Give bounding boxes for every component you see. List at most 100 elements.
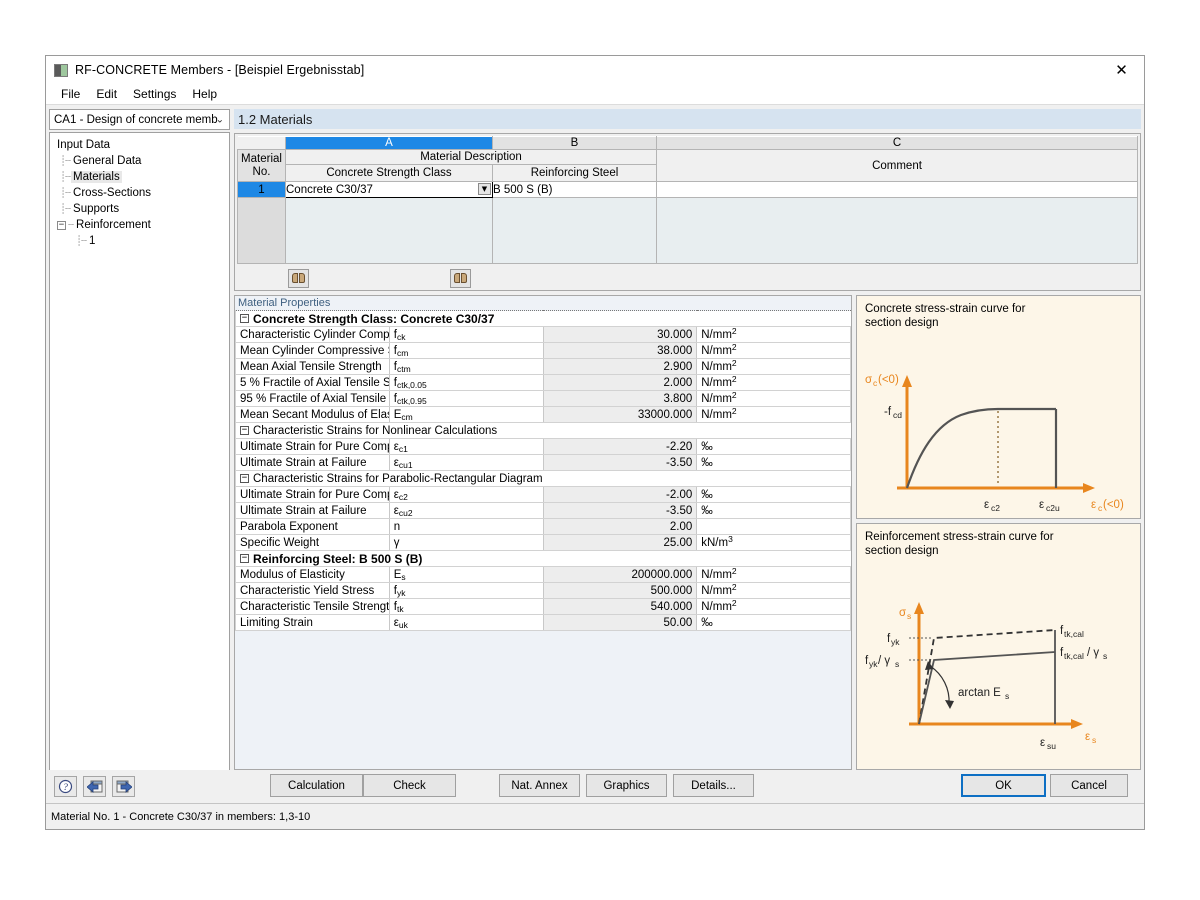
nat-annex-button[interactable]: Nat. Annex <box>499 774 580 797</box>
property-value[interactable]: 33000.000 <box>542 406 697 423</box>
property-value[interactable]: 2.900 <box>542 358 697 375</box>
grid-column-c[interactable]: C <box>656 136 1138 150</box>
tree-item-general-data[interactable]: ┊┄ General Data <box>50 153 229 169</box>
reinforcement-diagram-title-line2: section design <box>865 545 939 557</box>
grid-row-number[interactable]: 1 <box>237 181 286 198</box>
svg-text:ε: ε <box>984 499 989 511</box>
reinforcement-stress-strain-diagram: Reinforcement stress-strain curve for se… <box>856 523 1141 770</box>
material-properties-table[interactable]: − Concrete Strength Class: Concrete C30/3… <box>235 310 851 631</box>
property-name: Ultimate Strain for Pure Compression <box>235 438 390 455</box>
property-row[interactable]: Parabola Exponent n 2.00 <box>235 518 851 535</box>
property-value[interactable]: 500.000 <box>542 582 697 599</box>
property-value[interactable]: 25.00 <box>542 534 697 551</box>
grid-column-a[interactable]: A <box>285 136 493 150</box>
menu-item-help[interactable]: Help <box>184 85 225 103</box>
rf-concrete-window: RF-CONCRETE Members - [Beispiel Ergebnis… <box>45 55 1145 830</box>
library-concrete-button[interactable] <box>288 268 309 288</box>
property-value[interactable]: -3.50 <box>542 502 697 519</box>
property-name: Mean Secant Modulus of Elasticity <box>235 406 390 423</box>
property-value[interactable]: 3.800 <box>542 390 697 407</box>
chevron-down-icon: ⌄ <box>215 114 224 125</box>
menu-item-edit[interactable]: Edit <box>88 85 125 103</box>
property-name: 5 % Fractile of Axial Tensile Strength <box>235 374 390 391</box>
property-group-row[interactable]: − Characteristic Strains for Nonlinear Ca… <box>235 422 851 439</box>
tree-item-reinforcement[interactable]: − ┄ Reinforcement <box>50 217 229 233</box>
ok-button[interactable]: OK <box>961 774 1046 797</box>
grid-empty-concrete[interactable] <box>285 197 493 264</box>
details-button[interactable]: Details... <box>673 774 754 797</box>
navigation-tree[interactable]: Input Data ┊┄ General Data ┊┄ Materials … <box>49 132 230 822</box>
collapse-icon[interactable]: − <box>240 426 249 435</box>
property-row[interactable]: Characteristic Tensile Strength ftk 540.00… <box>235 598 851 615</box>
property-row[interactable]: 95 % Fractile of Axial Tensile Strengthf… <box>235 390 851 407</box>
property-row[interactable]: Specific Weight γ 25.00 kN/m3 <box>235 534 851 551</box>
collapse-icon[interactable]: − <box>240 554 249 563</box>
menu-item-file[interactable]: File <box>53 85 88 103</box>
grid-empty-steel[interactable] <box>492 197 657 264</box>
graphics-button[interactable]: Graphics <box>586 774 667 797</box>
property-value[interactable]: 50.00 <box>542 614 697 631</box>
tree-collapse-icon[interactable]: − <box>57 220 66 230</box>
property-group-row[interactable]: − Reinforcing Steel: B 500 S (B) <box>235 550 851 567</box>
property-group-label: Characteristic Strains for Parabolic-Rec… <box>253 472 543 485</box>
reinforcement-diagram-title-line1: Reinforcement stress-strain curve for <box>865 531 1054 543</box>
property-row[interactable]: Mean Secant Modulus of ElasticityEcm3300… <box>235 406 851 423</box>
property-group-row[interactable]: − Characteristic Strains for Parabolic-Re… <box>235 470 851 487</box>
tree-item-materials[interactable]: ┊┄ Materials <box>50 169 229 185</box>
property-value[interactable]: 2.00 <box>542 518 697 535</box>
reinforcing-steel-cell[interactable]: B 500 S (B) <box>492 181 657 198</box>
property-row[interactable]: Mean Axial Tensile Strength fctm 2.900 N/mm… <box>235 358 851 375</box>
concrete-class-cell[interactable]: Concrete C30/37 ▼ <box>285 181 493 198</box>
materials-grid[interactable]: A B C Material No. Material Description … <box>237 136 1138 264</box>
collapse-icon[interactable]: − <box>240 474 249 483</box>
svg-text:ε: ε <box>1039 499 1044 511</box>
tree-item-reinforcement-1[interactable]: ┊┄ 1 <box>50 233 229 249</box>
next-button[interactable] <box>112 776 135 797</box>
property-value[interactable]: 200000.000 <box>542 566 697 583</box>
close-icon[interactable]: ✕ <box>1099 56 1144 84</box>
menu-item-settings[interactable]: Settings <box>125 85 184 103</box>
previous-button[interactable] <box>83 776 106 797</box>
grid-column-b[interactable]: B <box>492 136 657 150</box>
tree-connector-icon: ┊┄ <box>60 187 71 199</box>
property-row[interactable]: Characteristic Cylinder Compressive Stre… <box>235 326 851 343</box>
tree-connector-icon: ┊┄ <box>76 235 87 247</box>
comment-cell[interactable] <box>656 181 1138 198</box>
property-row[interactable]: Ultimate Strain for Pure Compressionεc1-… <box>235 438 851 455</box>
tree-item-cross-sections[interactable]: ┊┄ Cross-Sections <box>50 185 229 201</box>
tree-connector-icon: ┊┄ <box>60 171 71 183</box>
grid-empty-comment[interactable] <box>656 197 1138 264</box>
library-steel-button[interactable] <box>450 268 471 288</box>
property-value[interactable]: -2.00 <box>542 486 697 503</box>
tree-item-input-data[interactable]: Input Data <box>50 137 229 153</box>
check-button[interactable]: Check <box>363 774 456 797</box>
property-value[interactable]: 38.000 <box>542 342 697 359</box>
property-value[interactable]: -3.50 <box>542 454 697 471</box>
design-case-combobox[interactable]: CA1 - Design of concrete memb ⌄ <box>49 109 230 130</box>
help-button[interactable]: ? <box>54 776 77 797</box>
calculation-button[interactable]: Calculation <box>270 774 363 797</box>
table-row[interactable]: 1 Concrete C30/37 ▼ B 500 S (B) <box>237 181 1138 198</box>
property-group-row[interactable]: − Concrete Strength Class: Concrete C30/3… <box>235 310 851 327</box>
property-unit-base: ‰ <box>701 440 713 453</box>
property-symbol-subscript: ctk,0.05 <box>396 379 427 390</box>
property-row[interactable]: Ultimate Strain for Pure Compressionεc2-… <box>235 486 851 503</box>
property-row[interactable]: Ultimate Strain at Failure εcu2 -3.50 ‰ <box>235 502 851 519</box>
chevron-down-icon[interactable]: ▼ <box>478 183 491 195</box>
property-row[interactable]: 5 % Fractile of Axial Tensile Strengthfc… <box>235 374 851 391</box>
svg-text:yk: yk <box>869 659 878 669</box>
property-row[interactable]: Limiting Strain εuk 50.00 ‰ <box>235 614 851 631</box>
tree-item-supports[interactable]: ┊┄ Supports <box>50 201 229 217</box>
property-row[interactable]: Ultimate Strain at Failure εcu1 -3.50 ‰ <box>235 454 851 471</box>
property-row[interactable]: Modulus of Elasticity Es 200000.000 N/mm2 <box>235 566 851 583</box>
property-row[interactable]: Mean Cylinder Compressive Strengthfcm38.… <box>235 342 851 359</box>
collapse-icon[interactable]: − <box>240 314 249 323</box>
cancel-button[interactable]: Cancel <box>1050 774 1128 797</box>
property-value[interactable]: -2.20 <box>542 438 697 455</box>
property-row[interactable]: Characteristic Yield Stress fyk 500.000 N/m… <box>235 582 851 599</box>
svg-text:arctan E: arctan E <box>958 687 1001 699</box>
property-value[interactable]: 30.000 <box>542 326 697 343</box>
property-value[interactable]: 2.000 <box>542 374 697 391</box>
property-value[interactable]: 540.000 <box>542 598 697 615</box>
property-unit: ‰ <box>696 502 851 519</box>
